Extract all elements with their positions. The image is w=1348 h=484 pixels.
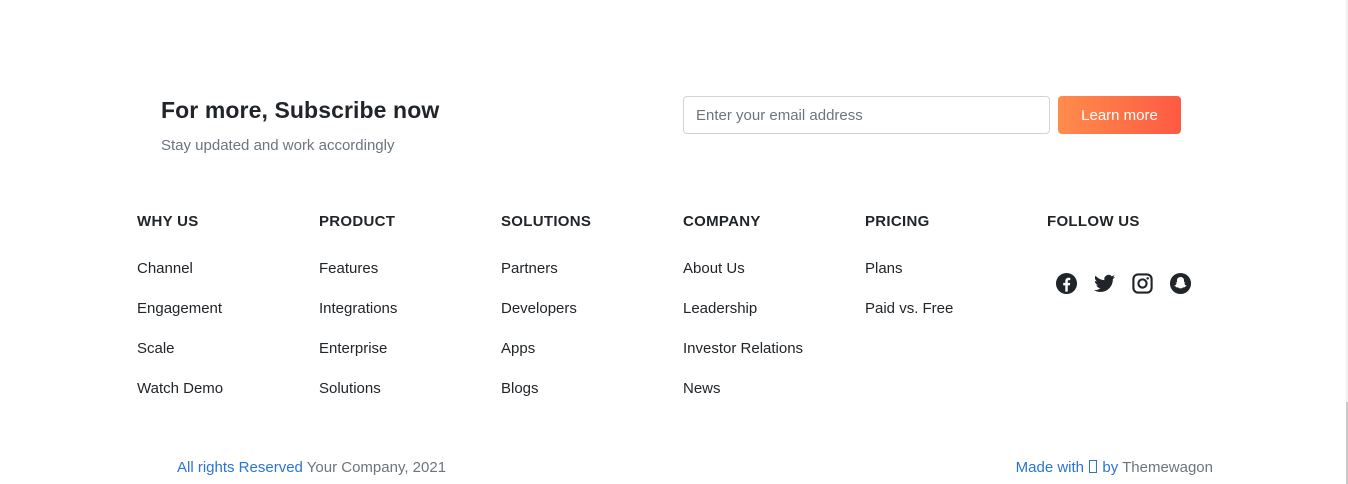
- column-heading: COMPANY: [683, 213, 761, 230]
- subscribe-subtitle: Stay updated and work accordingly: [161, 137, 395, 154]
- footer-column-solutions: SOLUTIONS Partners Developers Apps Blogs: [501, 213, 681, 420]
- column-heading: PRICING: [865, 213, 930, 230]
- footer-link-integrations[interactable]: Integrations: [319, 300, 397, 317]
- company-name: Your Company, 2021: [302, 459, 447, 476]
- heart-icon: [1089, 460, 1098, 473]
- instagram-icon[interactable]: [1131, 272, 1154, 295]
- subscribe-section: For more, Subscribe now Stay updated and…: [161, 97, 439, 154]
- footer-link-enterprise[interactable]: Enterprise: [319, 340, 387, 357]
- footer-link-investor-relations[interactable]: Investor Relations: [683, 340, 803, 357]
- facebook-icon[interactable]: [1055, 272, 1078, 295]
- footer-column-why-us: WHY US Channel Engagement Scale Watch De…: [137, 213, 317, 420]
- column-heading: FOLLOW US: [1047, 213, 1140, 230]
- subscribe-title: For more, Subscribe now: [161, 97, 440, 123]
- twitter-icon[interactable]: [1093, 272, 1116, 295]
- footer-link-blogs[interactable]: Blogs: [501, 380, 539, 397]
- footer-link-engagement[interactable]: Engagement: [137, 300, 222, 317]
- footer-link-leadership[interactable]: Leadership: [683, 300, 757, 317]
- by-label: by: [1102, 459, 1119, 476]
- made-with-label: Made with: [1015, 459, 1085, 476]
- column-heading: SOLUTIONS: [501, 213, 592, 230]
- footer-column-pricing: PRICING Plans Paid vs. Free: [865, 213, 1045, 340]
- footer-link-channel[interactable]: Channel: [137, 260, 193, 277]
- footer-column-company: COMPANY About Us Leadership Investor Rel…: [683, 213, 863, 420]
- column-heading: PRODUCT: [319, 213, 396, 230]
- footer-link-apps[interactable]: Apps: [501, 340, 535, 357]
- email-input[interactable]: [683, 96, 1050, 134]
- footer-link-paid-vs-free[interactable]: Paid vs. Free: [865, 300, 953, 317]
- footer-link-plans[interactable]: Plans: [865, 260, 903, 277]
- footer-link-solutions[interactable]: Solutions: [319, 380, 381, 397]
- footer-link-partners[interactable]: Partners: [501, 260, 558, 277]
- learn-more-button[interactable]: Learn more: [1058, 96, 1181, 134]
- all-rights-link[interactable]: All rights Reserved: [177, 459, 303, 476]
- social-links: [1055, 272, 1227, 295]
- footer-column-product: PRODUCT Features Integrations Enterprise…: [319, 213, 499, 420]
- footer-link-features[interactable]: Features: [319, 260, 378, 277]
- footer-link-watch-demo[interactable]: Watch Demo: [137, 380, 223, 397]
- footer-column-follow-us: FOLLOW US: [1047, 213, 1227, 295]
- footer-link-news[interactable]: News: [683, 380, 721, 397]
- footer-link-about-us[interactable]: About Us: [683, 260, 745, 277]
- made-with-credit: Made with by Themewagon: [1016, 459, 1213, 476]
- footer-link-developers[interactable]: Developers: [501, 300, 577, 317]
- snapchat-icon[interactable]: [1169, 272, 1192, 295]
- copyright-text: All rights Reserved Your Company, 2021: [177, 459, 446, 476]
- column-heading: WHY US: [137, 213, 199, 230]
- footer-link-scale[interactable]: Scale: [137, 340, 175, 357]
- author-link[interactable]: Themewagon: [1118, 459, 1213, 476]
